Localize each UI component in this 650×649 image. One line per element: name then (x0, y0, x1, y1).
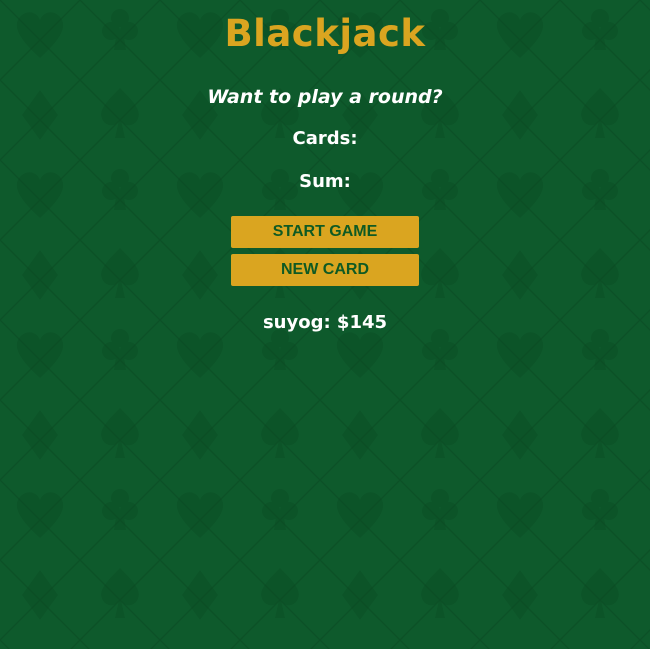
message-text: Want to play a round? (207, 86, 443, 108)
game-title: Blackjack (224, 12, 426, 55)
player-info: suyog: $145 (262, 312, 388, 333)
cards-display: Cards: (292, 128, 358, 149)
start-game-button[interactable]: START GAME (231, 216, 419, 248)
game-container: Blackjack Want to play a round? Cards: S… (0, 0, 650, 337)
new-card-button[interactable]: NEW CARD (231, 254, 419, 286)
sum-display: Sum: (299, 171, 351, 192)
